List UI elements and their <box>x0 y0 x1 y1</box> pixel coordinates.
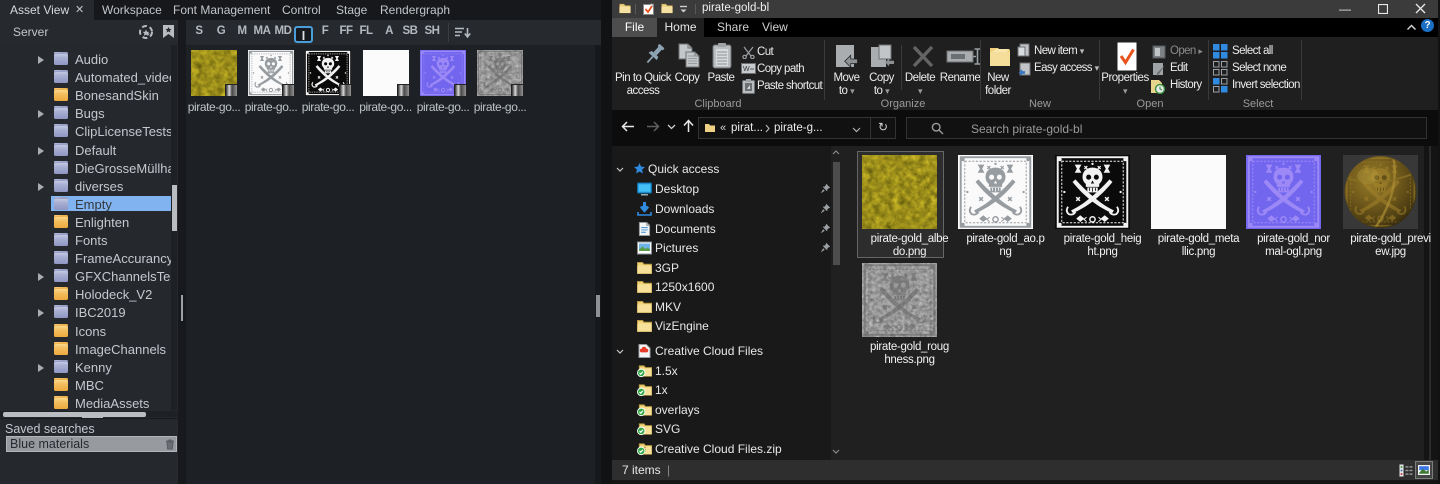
svg-text:W: W <box>743 66 750 73</box>
